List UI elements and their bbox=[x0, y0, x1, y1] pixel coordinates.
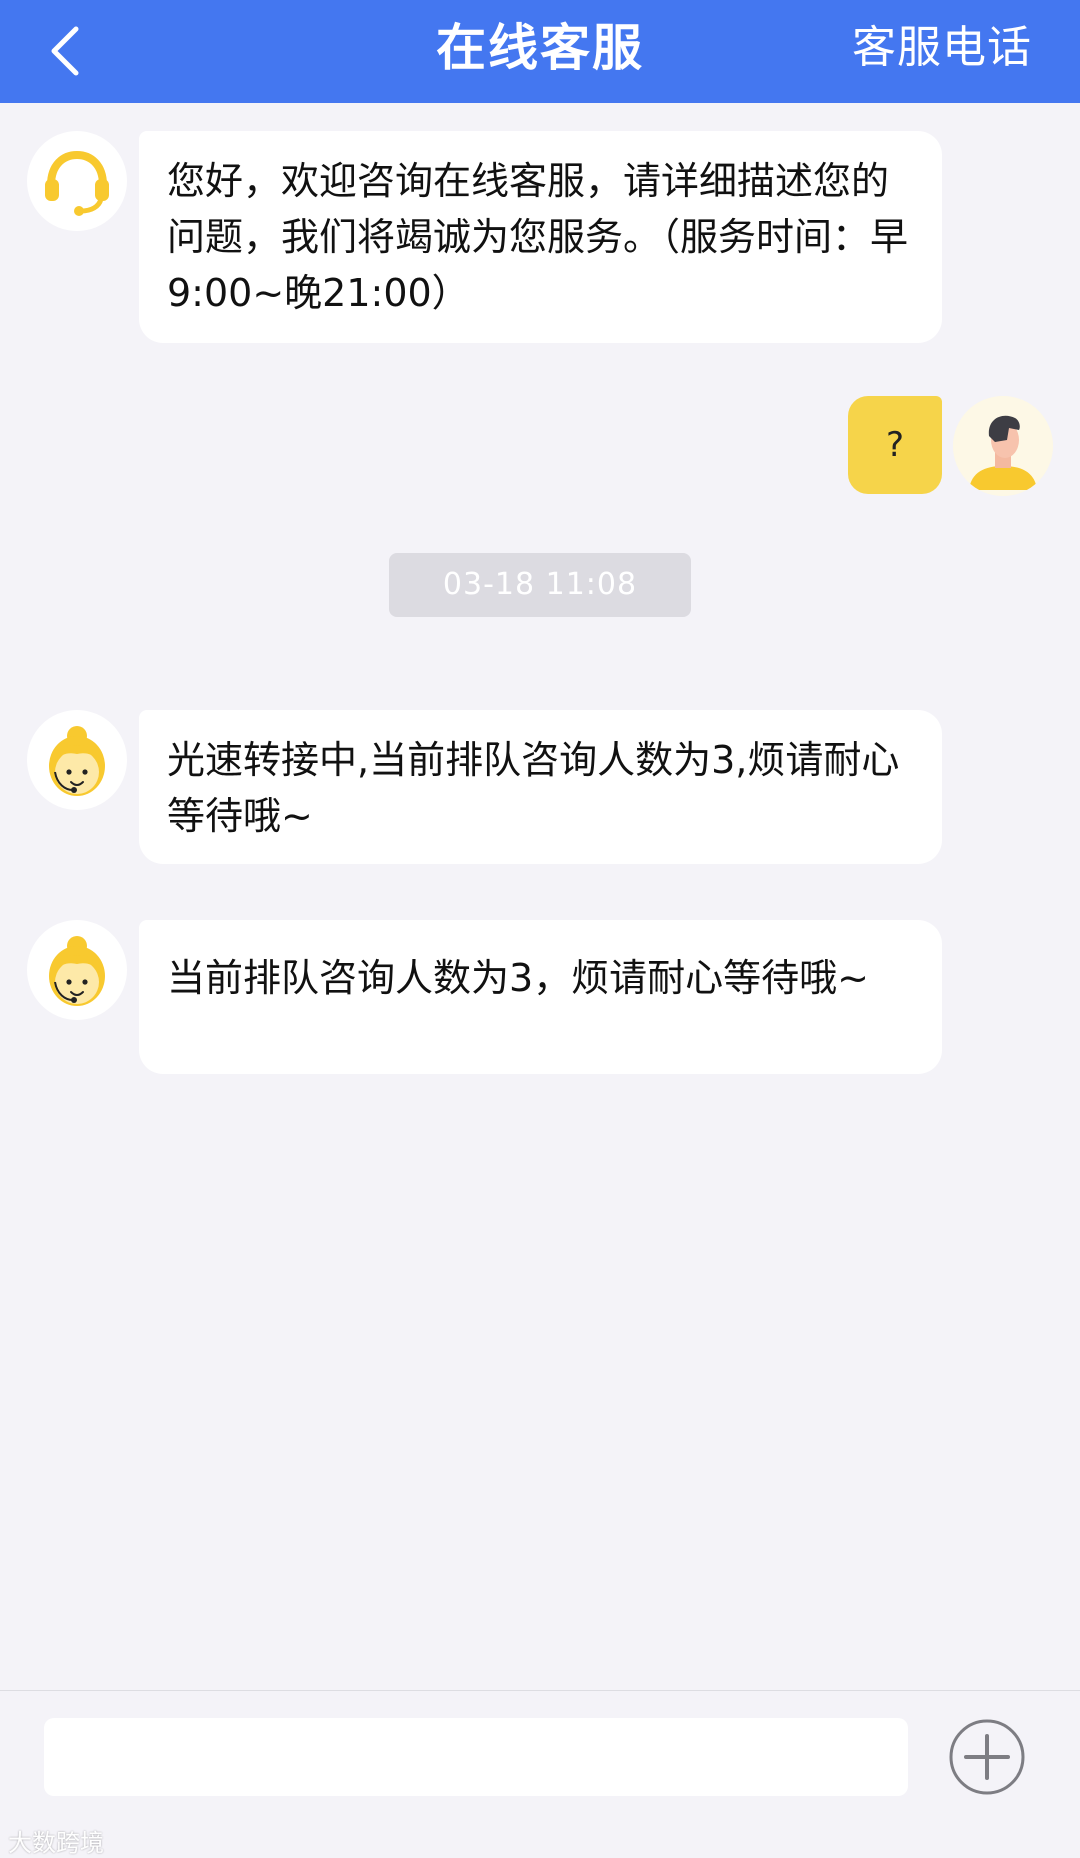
user-avatar-icon bbox=[953, 396, 1053, 496]
user-message-bubble: ? bbox=[848, 396, 942, 494]
chevron-left-icon bbox=[51, 26, 79, 76]
agent-avatar bbox=[27, 131, 127, 231]
plus-circle-icon bbox=[949, 1719, 1025, 1795]
message-input[interactable] bbox=[44, 1718, 908, 1796]
agent-avatar-icon bbox=[49, 936, 105, 1006]
watermark: 大数跨境 bbox=[8, 1829, 104, 1857]
agent-message-bubble: 您好，欢迎咨询在线客服，请详细描述您的问题，我们将竭诚为您服务。（服务时间：早9… bbox=[139, 131, 942, 343]
user-avatar bbox=[953, 396, 1053, 496]
back-button[interactable] bbox=[30, 18, 102, 84]
timestamp-label: 03-18 11:08 bbox=[389, 553, 691, 617]
headset-icon bbox=[45, 150, 109, 216]
attach-button[interactable] bbox=[948, 1718, 1026, 1796]
agent-message-bubble: 光速转接中,当前排队咨询人数为3,烦请耐心等待哦~ bbox=[139, 710, 942, 864]
composer-bar bbox=[0, 1690, 1080, 1857]
top-nav-bar: 在线客服 客服电话 bbox=[0, 0, 1080, 103]
hotline-button[interactable]: 客服电话 bbox=[852, 0, 1032, 103]
agent-message-bubble: 当前排队咨询人数为3，烦请耐心等待哦~ bbox=[139, 920, 942, 1074]
agent-avatar-icon bbox=[49, 726, 105, 796]
agent-avatar bbox=[27, 710, 127, 810]
agent-avatar bbox=[27, 920, 127, 1020]
